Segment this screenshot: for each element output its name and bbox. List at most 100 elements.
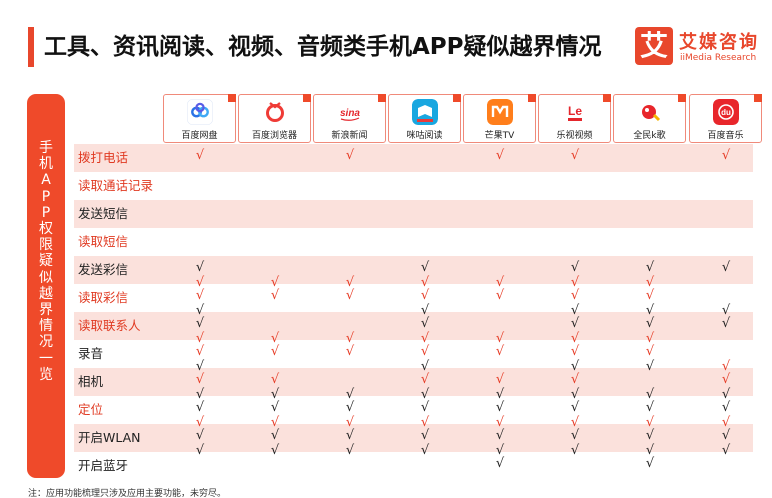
iimedia-logo: 艾 艾媒咨询 iiMedia Research — [635, 25, 767, 69]
check-mark: √ — [645, 415, 655, 430]
side-category-label: 手机APP权限疑似越界情况一览 — [27, 94, 65, 478]
check-mark: √ — [570, 148, 580, 163]
app-column-header: du 百度音乐 — [689, 94, 762, 143]
check-mark: √ — [721, 148, 731, 163]
check-mark: √ — [570, 275, 580, 290]
permission-label: 定位 — [78, 402, 104, 417]
app-column-header: 全民k歌 — [613, 94, 686, 143]
permission-label: 录音 — [78, 346, 104, 361]
check-mark: √ — [195, 400, 205, 415]
app-column-header: 芒果TV — [463, 94, 536, 143]
check-mark: √ — [270, 275, 280, 290]
check-mark: √ — [195, 359, 205, 374]
table-row: 读取通话记录 — [74, 172, 753, 200]
footnote: 注：应用功能梳理只涉及应用主要功能，未穷尽。 — [28, 489, 227, 498]
check-mark: √ — [721, 443, 731, 458]
check-mark: √ — [345, 387, 355, 402]
permission-label: 读取短信 — [78, 234, 129, 249]
permission-label: 读取联系人 — [78, 318, 141, 333]
logo-english-name: iiMedia Research — [680, 53, 757, 63]
check-mark: √ — [721, 260, 731, 275]
check-mark: √ — [645, 344, 655, 359]
table-row: 拨打电话 — [74, 144, 753, 172]
check-mark: √ — [570, 316, 580, 331]
check-mark: √ — [570, 400, 580, 415]
permission-label: 读取通话记录 — [78, 178, 154, 193]
check-mark: √ — [195, 316, 205, 331]
check-mark: √ — [345, 344, 355, 359]
header-corner-tab — [754, 94, 762, 102]
header-corner-tab — [603, 94, 611, 102]
check-mark: √ — [645, 400, 655, 415]
check-mark: √ — [721, 359, 731, 374]
check-mark: √ — [270, 387, 280, 402]
check-mark: √ — [495, 400, 505, 415]
check-mark: √ — [495, 443, 505, 458]
check-mark: √ — [195, 428, 205, 443]
header-corner-tab — [453, 94, 461, 102]
check-mark: √ — [270, 415, 280, 430]
check-mark: √ — [495, 372, 505, 387]
check-mark: √ — [495, 275, 505, 290]
sina-news-icon: sina — [337, 99, 363, 125]
header-corner-tab — [228, 94, 236, 102]
check-mark: √ — [420, 288, 430, 303]
check-mark: √ — [270, 428, 280, 443]
permission-label: 发送彩信 — [78, 262, 129, 277]
check-mark: √ — [270, 288, 280, 303]
check-mark: √ — [570, 331, 580, 346]
side-category-label-text: 手机APP权限疑似越界情况一览 — [27, 140, 65, 383]
check-mark: √ — [495, 456, 505, 471]
check-mark: √ — [420, 303, 430, 318]
check-mark: √ — [420, 260, 430, 275]
side-category-label-chars: 手机APP权限疑似越界情况一览 — [39, 140, 53, 383]
baidu-netdisk-icon — [187, 99, 213, 125]
app-column-header: 百度网盘 — [163, 94, 236, 143]
check-mark: √ — [570, 260, 580, 275]
header-corner-tab — [678, 94, 686, 102]
check-mark: √ — [645, 331, 655, 346]
permission-label: 开启WLAN — [78, 430, 141, 445]
check-mark: √ — [345, 148, 355, 163]
check-mark: √ — [420, 331, 430, 346]
app-name: 新浪新闻 — [331, 131, 368, 141]
check-mark: √ — [570, 443, 580, 458]
check-mark: √ — [645, 387, 655, 402]
table-row: 发送短信 — [74, 200, 753, 228]
check-mark: √ — [420, 387, 430, 402]
check-mark: √ — [645, 359, 655, 374]
check-mark: √ — [645, 443, 655, 458]
permission-label: 拨打电话 — [78, 150, 129, 165]
check-mark: √ — [570, 428, 580, 443]
check-mark: √ — [721, 415, 731, 430]
check-mark: √ — [345, 443, 355, 458]
check-mark: √ — [721, 316, 731, 331]
check-mark: √ — [645, 260, 655, 275]
check-mark: √ — [195, 275, 205, 290]
permission-label: 开启蓝牙 — [78, 458, 129, 473]
title-accent-bar — [28, 27, 34, 67]
check-mark: √ — [345, 415, 355, 430]
check-mark: √ — [195, 387, 205, 402]
check-mark: √ — [420, 400, 430, 415]
check-mark: √ — [420, 443, 430, 458]
app-name: 乐视视频 — [556, 131, 593, 141]
letv-video-icon: Le — [562, 99, 588, 125]
check-mark: √ — [195, 288, 205, 303]
svg-text:du: du — [721, 108, 731, 117]
app-name: 百度音乐 — [707, 131, 744, 141]
check-mark: √ — [495, 387, 505, 402]
check-mark: √ — [420, 372, 430, 387]
check-mark: √ — [495, 415, 505, 430]
permission-label: 相机 — [78, 374, 104, 389]
check-mark: √ — [645, 303, 655, 318]
check-mark: √ — [195, 372, 205, 387]
check-mark: √ — [195, 331, 205, 346]
migu-reading-icon — [412, 99, 438, 125]
quanmin-kge-icon — [637, 99, 663, 125]
page-title: 工具、资讯阅读、视频、音频类手机APP疑似越界情况 — [44, 34, 602, 60]
check-mark: √ — [570, 344, 580, 359]
check-mark: √ — [195, 260, 205, 275]
check-mark: √ — [570, 303, 580, 318]
baidu-music-icon: du — [713, 99, 739, 125]
